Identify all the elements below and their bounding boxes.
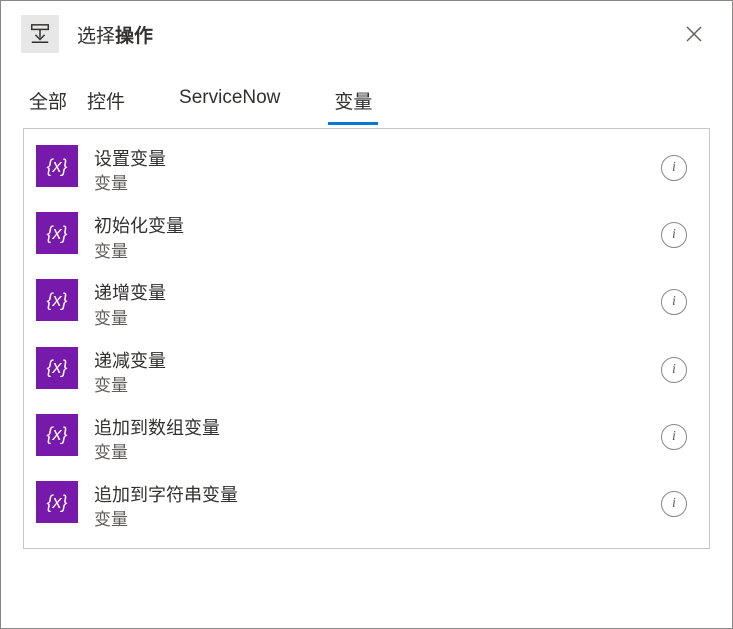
info-icon: i <box>672 363 676 377</box>
variable-icon-glyph: {x} <box>46 357 67 378</box>
action-subtitle: 变量 <box>94 375 661 398</box>
action-subtitle: 变量 <box>94 442 661 465</box>
info-icon: i <box>672 430 676 444</box>
action-subtitle: 变量 <box>94 509 661 532</box>
actions-list: {x}设置变量变量i{x}初始化变量变量i{x}递增变量变量i{x}递减变量变量… <box>23 128 710 549</box>
variable-icon-glyph: {x} <box>46 223 67 244</box>
variable-icon: {x} <box>36 145 78 187</box>
panel-title-prefix: 选择 <box>77 26 115 47</box>
info-icon: i <box>672 228 676 242</box>
action-title: 追加到数组变量 <box>94 416 661 440</box>
tab-1[interactable]: 控件 <box>81 79 131 124</box>
panel-header: 选择操作 <box>1 1 732 67</box>
variable-icon-glyph: {x} <box>46 290 67 311</box>
info-button[interactable]: i <box>661 357 687 383</box>
info-button[interactable]: i <box>661 155 687 181</box>
info-icon: i <box>672 161 676 175</box>
variable-icon-glyph: {x} <box>46 492 67 513</box>
tab-0[interactable]: 全部 <box>23 79 73 124</box>
close-icon <box>685 25 703 43</box>
step-icon <box>21 15 59 53</box>
tab-3[interactable]: 变量 <box>328 79 378 124</box>
action-title: 递增变量 <box>94 281 661 305</box>
action-text: 递增变量变量 <box>94 279 661 330</box>
action-text: 设置变量变量 <box>94 145 661 196</box>
action-item[interactable]: {x} 递减变量变量 i <box>24 339 709 406</box>
panel-title-bold: 操作 <box>115 26 153 47</box>
action-item[interactable]: {x} 追加到字符串变量变量 i <box>24 473 709 540</box>
action-text: 追加到数组变量变量 <box>94 414 661 465</box>
tab-2[interactable]: ServiceNow <box>139 79 320 124</box>
variable-icon: {x} <box>36 481 78 523</box>
variable-icon: {x} <box>36 347 78 389</box>
action-title: 递减变量 <box>94 349 661 373</box>
panel-title: 选择操作 <box>77 21 676 48</box>
info-button[interactable]: i <box>661 424 687 450</box>
variable-icon-glyph: {x} <box>46 424 67 445</box>
action-text: 追加到字符串变量变量 <box>94 481 661 532</box>
tabs: 全部控件ServiceNow变量 <box>1 67 732 124</box>
action-subtitle: 变量 <box>94 173 661 196</box>
info-button[interactable]: i <box>661 289 687 315</box>
action-title: 设置变量 <box>94 147 661 171</box>
variable-icon: {x} <box>36 414 78 456</box>
info-button[interactable]: i <box>661 222 687 248</box>
close-button[interactable] <box>676 16 712 52</box>
action-subtitle: 变量 <box>94 241 661 264</box>
action-item[interactable]: {x} 设置变量变量 i <box>24 137 709 204</box>
info-icon: i <box>672 497 676 511</box>
info-icon: i <box>672 295 676 309</box>
action-text: 初始化变量变量 <box>94 212 661 263</box>
variable-icon: {x} <box>36 212 78 254</box>
action-item[interactable]: {x} 初始化变量变量 i <box>24 204 709 271</box>
action-text: 递减变量变量 <box>94 347 661 398</box>
variable-icon: {x} <box>36 279 78 321</box>
action-title: 初始化变量 <box>94 214 661 238</box>
action-item[interactable]: {x} 递增变量变量 i <box>24 271 709 338</box>
variable-icon-glyph: {x} <box>46 156 67 177</box>
info-button[interactable]: i <box>661 491 687 517</box>
action-item[interactable]: {x} 追加到数组变量变量 i <box>24 406 709 473</box>
action-title: 追加到字符串变量 <box>94 483 661 507</box>
choose-operation-panel: 选择操作 全部控件ServiceNow变量 {x}设置变量变量i{x}初始化变量… <box>0 0 733 629</box>
action-subtitle: 变量 <box>94 308 661 331</box>
